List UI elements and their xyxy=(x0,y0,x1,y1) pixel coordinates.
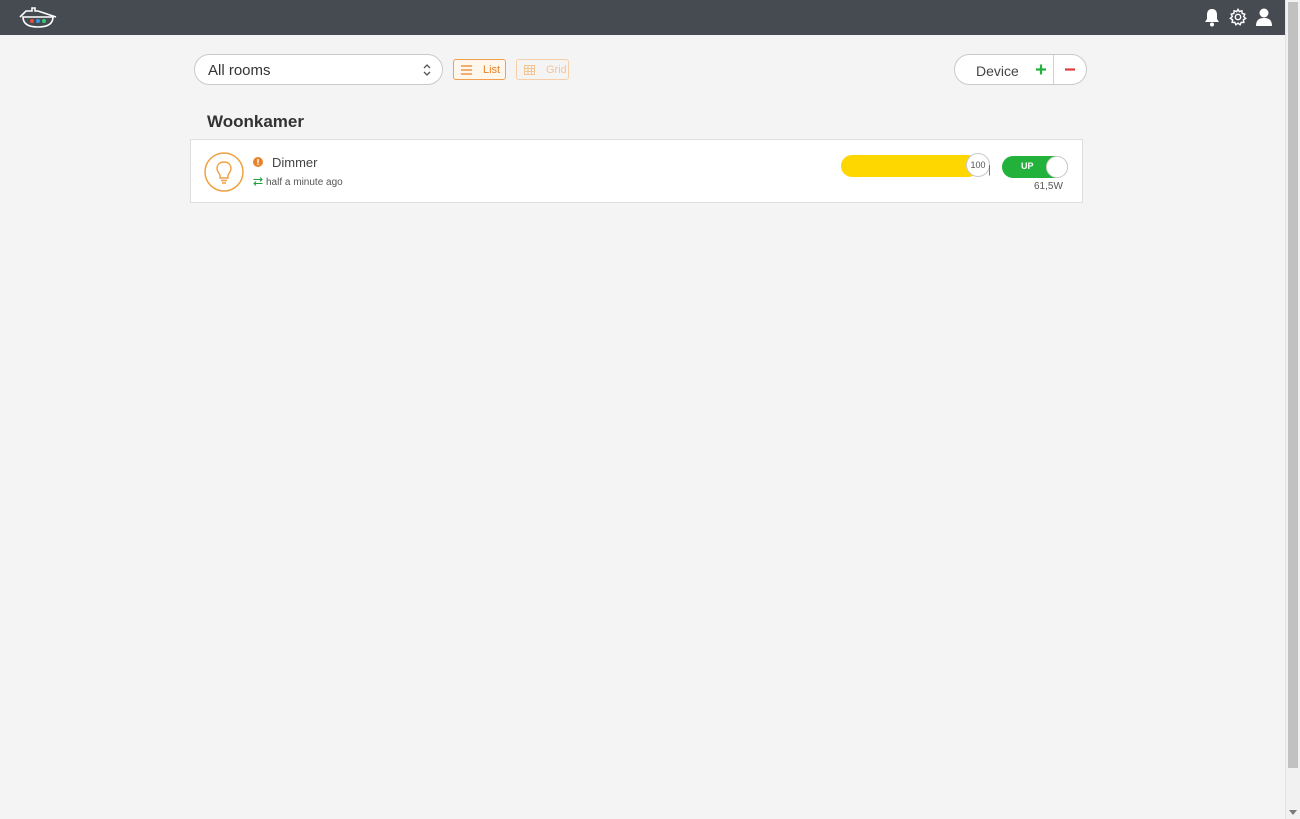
top-navigation-bar xyxy=(0,0,1285,35)
house-logo-icon[interactable] xyxy=(18,5,58,31)
list-icon xyxy=(461,65,472,75)
control-separator: | xyxy=(988,164,991,176)
device-name: Dimmer xyxy=(272,155,318,170)
remove-device-button[interactable] xyxy=(1060,59,1080,80)
warning-icon xyxy=(253,157,263,167)
last-update-time: half a minute ago xyxy=(266,177,343,188)
plus-icon xyxy=(1036,64,1046,75)
power-reading: 61,5W xyxy=(1034,181,1063,192)
room-filter-value: All rooms xyxy=(208,62,271,79)
scrollbar-thumb[interactable] xyxy=(1288,2,1298,768)
grid-icon xyxy=(524,65,535,75)
dimmer-slider[interactable]: 100 xyxy=(841,153,990,177)
dimmer-slider-fill xyxy=(841,155,979,177)
device-label: Device xyxy=(976,63,1019,79)
add-device-button[interactable] xyxy=(1031,59,1051,80)
user-icon[interactable] xyxy=(1255,7,1273,27)
toggle-label: UP xyxy=(1021,161,1034,171)
dimmer-slider-handle[interactable]: 100 xyxy=(966,153,990,177)
list-view-label: List xyxy=(483,64,501,76)
room-heading: Woonkamer xyxy=(207,112,304,131)
button-divider xyxy=(1053,55,1054,84)
grid-view-label: Grid xyxy=(546,64,567,76)
scroll-down-arrow-icon[interactable] xyxy=(1289,810,1297,815)
list-view-button[interactable]: List xyxy=(453,59,506,80)
power-toggle[interactable]: UP xyxy=(1002,156,1068,178)
updown-chevron-icon xyxy=(423,64,431,76)
sync-arrows-icon xyxy=(253,177,263,186)
gear-icon[interactable] xyxy=(1229,7,1247,27)
bell-icon[interactable] xyxy=(1203,7,1221,27)
device-button-group: Device xyxy=(954,54,1087,85)
grid-view-button[interactable]: Grid xyxy=(516,59,569,80)
vertical-scrollbar[interactable] xyxy=(1285,0,1300,819)
device-row[interactable]: Dimmer half a minute ago 100 | UP 61,5W xyxy=(190,139,1083,203)
toggle-knob xyxy=(1046,156,1068,178)
room-filter-select[interactable]: All rooms xyxy=(194,54,443,85)
lightbulb-icon xyxy=(204,152,244,192)
